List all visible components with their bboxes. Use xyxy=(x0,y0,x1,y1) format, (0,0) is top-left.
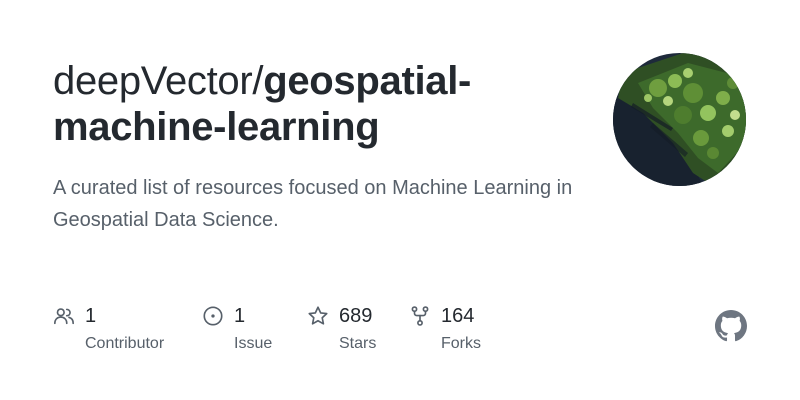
forks-count: 164 xyxy=(441,305,475,327)
contributors-label: Contributor xyxy=(85,335,165,352)
issues-label: Issue xyxy=(234,335,273,352)
github-icon[interactable] xyxy=(715,310,747,342)
owner-avatar[interactable] xyxy=(613,53,746,186)
issues-count: 1 xyxy=(234,305,246,327)
stars-label: Stars xyxy=(339,335,377,352)
star-icon xyxy=(308,306,328,325)
forks-label: Forks xyxy=(441,335,481,352)
repo-description: A curated list of resources focused on M… xyxy=(53,177,573,231)
aerial-forest-avatar-icon xyxy=(613,53,746,186)
people-icon xyxy=(54,308,74,325)
fork-icon xyxy=(411,306,429,326)
repo-social-card: deepVector/geospatial-machine-learning A… xyxy=(0,0,800,400)
repo-title[interactable]: deepVector/geospatial-machine-learning xyxy=(53,58,583,150)
stars-count: 689 xyxy=(339,305,373,327)
issue-icon xyxy=(203,306,223,326)
repo-owner[interactable]: deepVector/ xyxy=(53,59,264,103)
contributors-count: 1 xyxy=(85,305,97,327)
